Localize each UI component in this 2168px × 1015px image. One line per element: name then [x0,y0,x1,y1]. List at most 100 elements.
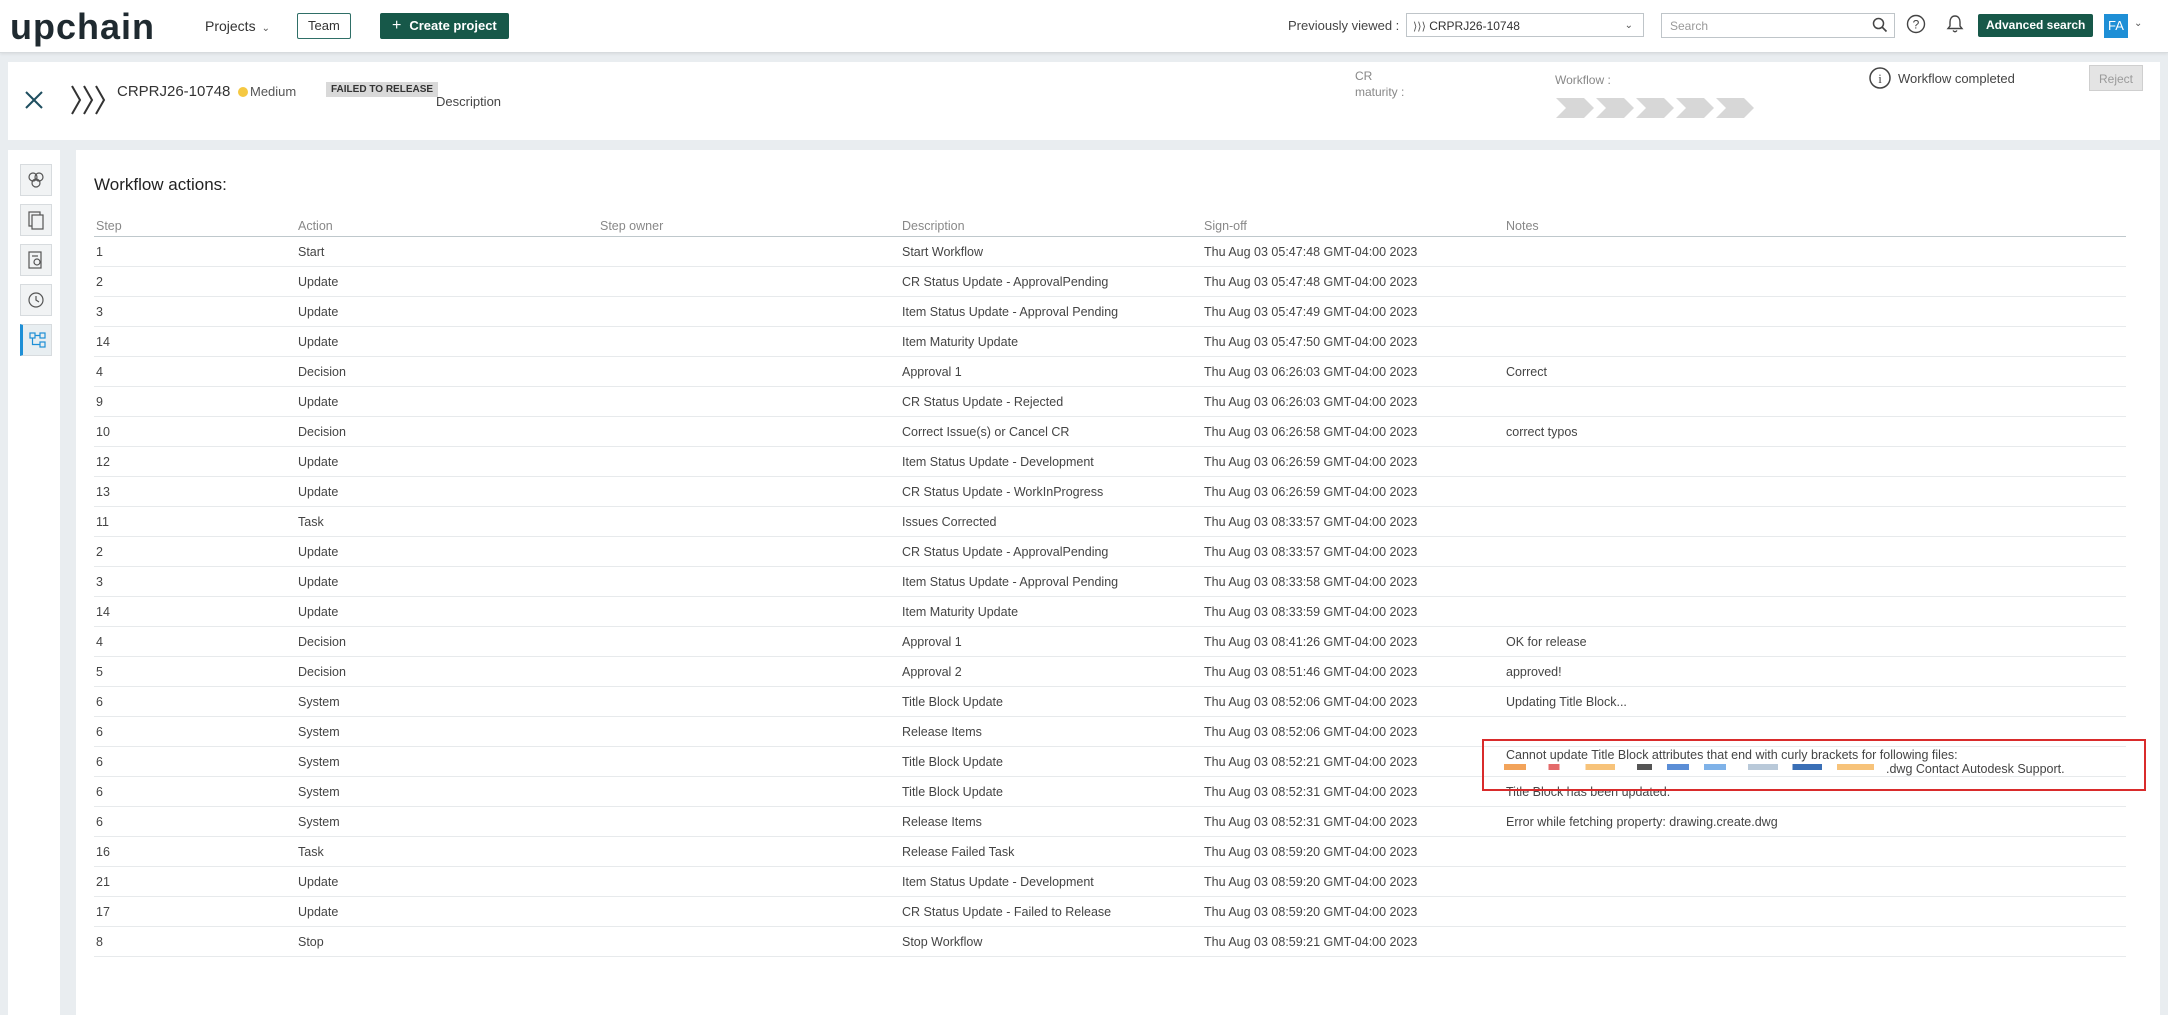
cell-step-owner [598,506,900,537]
cell-notes: Correct [1504,356,2126,387]
cell-step-owner [598,386,900,417]
projects-menu[interactable]: Projects ⌄ [205,18,270,34]
cell-description: Approval 1 [900,626,1202,657]
priority: Medium [238,84,296,99]
cell-step: 6 [94,746,296,777]
search-placeholder: Search [1670,19,1709,33]
cell-description: Item Maturity Update [900,326,1202,357]
cell-description: CR Status Update - Rejected [900,386,1202,417]
cell-sign-off: Thu Aug 03 05:47:49 GMT-04:00 2023 [1202,296,1504,327]
priority-label: Medium [250,84,297,99]
cell-description: Title Block Update [900,746,1202,777]
table-row[interactable]: 4 Decision Approval 1 Thu Aug 03 06:26:03 G… [94,356,2126,387]
search-icon[interactable] [1872,17,1888,33]
cell-step-owner [598,416,900,447]
avatar[interactable]: FA [2104,14,2128,38]
cell-description: CR Status Update - Failed to Release [900,896,1202,927]
previously-viewed-select[interactable]: ⟩⟩⟩ CRPRJ26-10748 ⌄ [1406,13,1644,37]
cell-sign-off: Thu Aug 03 08:59:20 GMT-04:00 2023 [1202,836,1504,867]
cell-step: 11 [94,506,296,537]
table-row[interactable]: 11 Task Issues Corrected Thu Aug 03 08:33:5… [94,506,2126,537]
bell-icon[interactable] [1945,14,1965,34]
description-label: Description [436,94,502,109]
table-row[interactable]: 2 Update CR Status Update - ApprovalPendin… [94,266,2126,297]
cell-description: Title Block Update [900,776,1202,807]
table-row[interactable]: 3 Update Item Status Update - Approval Pen… [94,566,2126,597]
table-row[interactable]: 6 System Title Block Update Thu Aug 03 08:5… [94,686,2126,717]
table-row[interactable]: 12 Update Item Status Update - Development… [94,446,2126,477]
cell-step-owner [598,236,900,267]
table-row[interactable]: 9 Update CR Status Update - Rejected Thu Au… [94,386,2126,417]
cell-notes [1504,596,2126,627]
workflow-status: Workflow completed [1898,71,2015,86]
cell-sign-off: Thu Aug 03 08:59:20 GMT-04:00 2023 [1202,866,1504,897]
cell-step: 6 [94,776,296,807]
cell-description: Release Items [900,806,1202,837]
cell-description: Approval 2 [900,656,1202,687]
cell-action: Task [296,836,598,867]
table-row[interactable]: 21 Update Item Status Update - Development… [94,866,2126,897]
cell-action: Decision [296,656,598,687]
table-row[interactable]: 4 Decision Approval 1 Thu Aug 03 08:41:26 G… [94,626,2126,657]
cell-sign-off: Thu Aug 03 06:26:03 GMT-04:00 2023 [1202,386,1504,417]
cell-sign-off: Thu Aug 03 05:47:48 GMT-04:00 2023 [1202,236,1504,267]
cell-action: Update [296,566,598,597]
table-row[interactable]: 5 Decision Approval 2 Thu Aug 03 08:51:46 G… [94,656,2126,687]
top-bar: upchain Projects ⌄ Team + Create project P… [0,0,2168,53]
cell-step-owner [598,716,900,747]
cell-sign-off: Thu Aug 03 08:52:31 GMT-04:00 2023 [1202,806,1504,837]
table-row[interactable]: 1 Start Start Workflow Thu Aug 03 05:47:48 … [94,236,2126,267]
table-row[interactable]: 8 Stop Stop Workflow Thu Aug 03 08:59:21 GM… [94,926,2126,957]
advanced-search-button[interactable]: Advanced search [1978,14,2094,37]
upchain-logo[interactable]: upchain [10,6,155,48]
cell-step: 2 [94,266,296,297]
error-highlight-box [1482,739,2146,791]
cell-step: 3 [94,566,296,597]
rail-files-button[interactable] [20,244,52,276]
table-row[interactable]: 14 Update Item Maturity Update Thu Aug 03 0… [94,326,2126,357]
cell-step-owner [598,356,900,387]
column-header-step-owner[interactable]: Step owner [598,216,900,237]
documents-icon [28,211,44,230]
table-row[interactable]: 10 Decision Correct Issue(s) or Cancel CR T… [94,416,2126,447]
table-row[interactable]: 6 System Release Items Thu Aug 03 08:52:31 … [94,806,2126,837]
column-header-step[interactable]: Step [94,216,296,237]
cell-description: CR Status Update - ApprovalPending [900,536,1202,567]
table-row[interactable]: 14 Update Item Maturity Update Thu Aug 03 0… [94,596,2126,627]
team-button[interactable]: Team [297,13,351,39]
column-header-action[interactable]: Action [296,216,598,237]
cell-action: Start [296,236,598,267]
chevron-down-icon[interactable]: ⌄ [2134,18,2142,29]
previously-viewed-value: CRPRJ26-10748 [1429,19,1520,33]
table-row[interactable]: 13 Update CR Status Update - WorkInProgres… [94,476,2126,507]
rail-documents-button[interactable] [20,204,52,236]
cell-action: Update [296,386,598,417]
table-row[interactable]: 2 Update CR Status Update - ApprovalPendin… [94,536,2126,567]
column-header-description[interactable]: Description [900,216,1202,237]
cell-step: 13 [94,476,296,507]
rail-overview-button[interactable] [20,164,52,196]
table-row[interactable]: 3 Update Item Status Update - Approval Pen… [94,296,2126,327]
cell-notes: correct typos [1504,416,2126,447]
table-row[interactable]: 17 Update CR Status Update - Failed to Rel… [94,896,2126,927]
cell-notes [1504,836,2126,867]
section-title: Workflow actions: [94,175,227,194]
create-project-label: Create project [409,18,497,33]
cell-notes [1504,476,2126,507]
cell-step-owner [598,596,900,627]
cell-description: Title Block Update [900,686,1202,717]
column-header-sign-off[interactable]: Sign-off [1202,216,1504,237]
search-input[interactable]: Search [1661,13,1895,38]
reject-button[interactable]: Reject [2089,65,2143,91]
help-icon[interactable]: ? [1906,14,1926,34]
chevron-down-icon: ⌄ [261,23,270,34]
close-icon[interactable] [22,88,46,112]
rail-history-button[interactable] [20,284,52,316]
create-project-button[interactable]: + Create project [380,13,509,39]
rail-workflow-button[interactable] [20,324,52,356]
cell-notes [1504,446,2126,477]
cell-sign-off: Thu Aug 03 08:33:57 GMT-04:00 2023 [1202,506,1504,537]
table-row[interactable]: 16 Task Release Failed Task Thu Aug 03 08:5… [94,836,2126,867]
cell-step-owner [598,626,900,657]
column-header-notes[interactable]: Notes [1504,216,2126,237]
